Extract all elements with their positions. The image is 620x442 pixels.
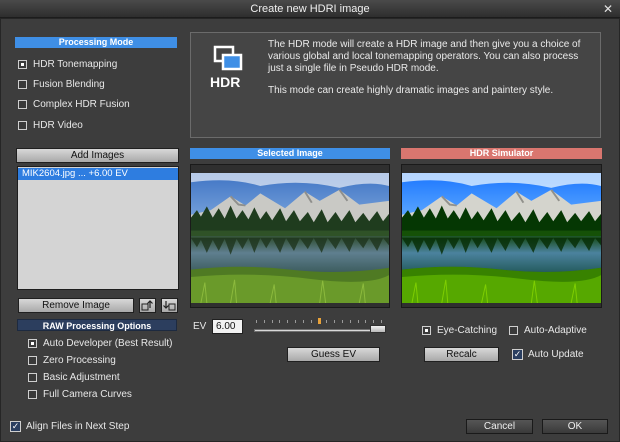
raw-zero-processing[interactable]: Zero Processing: [28, 353, 116, 367]
window-title: Create new HDRI image: [250, 3, 370, 15]
processing-mode-header: Processing Mode: [15, 37, 177, 48]
list-item[interactable]: MIK2604.jpg ... +6.00 EV: [18, 168, 178, 180]
remove-image-button[interactable]: Remove Image: [18, 298, 134, 313]
simulator-photo: [402, 173, 601, 303]
radio-icon: [28, 355, 37, 365]
mode-hdr-video[interactable]: HDR Video: [18, 118, 83, 132]
raw-auto-developer[interactable]: Auto Developer (Best Result): [28, 336, 173, 350]
raw-full-camera-curves[interactable]: Full Camera Curves: [28, 387, 132, 401]
ok-button[interactable]: OK: [542, 419, 608, 434]
eye-catching-option[interactable]: Eye-Catching: [422, 323, 497, 337]
radio-icon: [28, 372, 37, 382]
image-list[interactable]: MIK2604.jpg ... +6.00 EV: [17, 166, 179, 290]
align-files-label: Align Files in Next Step: [26, 420, 130, 432]
hdr-simulator-header: HDR Simulator: [401, 148, 602, 159]
radio-icon: [28, 389, 37, 399]
raw-options-header: RAW Processing Options: [17, 319, 177, 331]
close-icon[interactable]: ✕: [603, 2, 613, 16]
selected-image-photo: [191, 173, 389, 303]
ev-slider[interactable]: [254, 329, 386, 332]
ev-input[interactable]: 6.00: [212, 319, 243, 334]
ev-slider-marker: [318, 318, 321, 324]
cancel-button[interactable]: Cancel: [466, 419, 533, 434]
hdr-logo-text: HDR: [210, 74, 240, 90]
raw-option-label: Auto Developer (Best Result): [43, 337, 173, 349]
move-down-icon[interactable]: [161, 298, 178, 313]
mode-description-panel: HDR The HDR mode will create a HDR image…: [190, 32, 601, 138]
mode-label: Complex HDR Fusion: [33, 98, 130, 110]
description-note: This mode can create highly dramatic ima…: [268, 85, 554, 96]
raw-option-label: Basic Adjustment: [43, 371, 120, 383]
ev-label: EV: [193, 321, 207, 332]
auto-update-label: Auto Update: [528, 348, 584, 360]
radio-icon: [509, 325, 518, 335]
recalc-button[interactable]: Recalc: [424, 347, 499, 362]
selected-image-header: Selected Image: [190, 148, 390, 159]
add-images-button[interactable]: Add Images: [16, 148, 179, 163]
move-up-glyph: [141, 300, 153, 311]
mode-complex-hdr-fusion[interactable]: Complex HDR Fusion: [18, 97, 130, 111]
raw-option-label: Zero Processing: [43, 354, 116, 366]
checkbox-checked-icon: ✓: [10, 420, 21, 432]
mode-fusion-blending[interactable]: Fusion Blending: [18, 77, 105, 91]
ev-slider-handle[interactable]: [370, 325, 386, 333]
raw-option-label: Full Camera Curves: [43, 388, 132, 400]
raw-basic-adjustment[interactable]: Basic Adjustment: [28, 370, 120, 384]
auto-adaptive-label: Auto-Adaptive: [524, 324, 587, 336]
radio-icon: [28, 338, 37, 348]
align-files-checkbox[interactable]: ✓ Align Files in Next Step: [10, 419, 129, 433]
hdr-simulator-preview: [401, 164, 602, 308]
eye-catching-label: Eye-Catching: [437, 324, 498, 336]
move-down-glyph: [163, 301, 176, 311]
description-text: The HDR mode will create a HDR image and…: [268, 39, 581, 74]
auto-update-checkbox[interactable]: ✓ Auto Update: [512, 347, 584, 361]
radio-icon: [18, 79, 27, 89]
checkbox-checked-icon: ✓: [512, 348, 523, 360]
radio-icon: [422, 325, 431, 335]
move-up-icon[interactable]: [139, 298, 156, 313]
mode-label: HDR Video: [33, 119, 83, 131]
mode-label: HDR Tonemapping: [33, 58, 118, 70]
mode-label: Fusion Blending: [33, 78, 105, 90]
mode-hdr-tonemapping[interactable]: HDR Tonemapping: [18, 57, 117, 71]
title-bar: Create new HDRI image ✕: [0, 0, 620, 18]
radio-icon: [18, 59, 27, 69]
radio-icon: [18, 120, 27, 130]
hdr-logo-icon: HDR: [210, 45, 243, 90]
guess-ev-button[interactable]: Guess EV: [287, 347, 380, 362]
radio-icon: [18, 99, 27, 109]
selected-image-preview: [190, 164, 390, 308]
auto-adaptive-option[interactable]: Auto-Adaptive: [509, 323, 587, 337]
